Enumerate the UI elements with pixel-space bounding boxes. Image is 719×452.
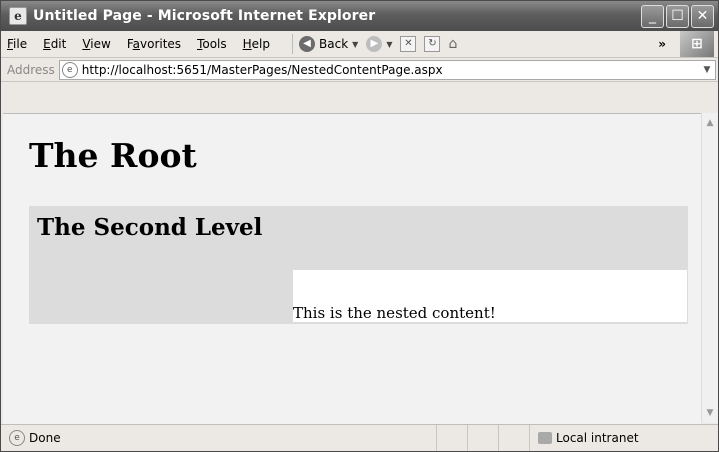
back-dropdown-icon[interactable]: ▼: [352, 40, 358, 49]
menu-edit[interactable]: Edit: [35, 37, 74, 51]
status-panel: [436, 425, 467, 451]
ie-app-icon[interactable]: e: [9, 7, 27, 25]
address-dropdown-icon[interactable]: ▼: [699, 62, 715, 78]
home-button[interactable]: ⌂: [448, 36, 457, 52]
second-level-heading: The Second Level: [37, 214, 263, 241]
window-title: Untitled Page - Microsoft Internet Explo…: [33, 8, 376, 24]
forward-dropdown-icon[interactable]: ▼: [386, 40, 392, 49]
security-zone[interactable]: Local intranet: [529, 425, 718, 451]
second-level-panel: The Second Level This is the nested cont…: [29, 206, 688, 324]
stop-button[interactable]: ✕: [400, 36, 417, 52]
menu-file[interactable]: File: [1, 37, 35, 51]
menu-view[interactable]: View: [74, 37, 118, 51]
windows-logo-icon: ⊞: [680, 31, 714, 57]
forward-button[interactable]: ▶ ▼: [366, 36, 392, 52]
forward-arrow-icon: ▶: [366, 36, 383, 52]
local-intranet-icon: [538, 432, 552, 444]
menu-favorites[interactable]: Favorites: [119, 37, 189, 51]
address-input[interactable]: e http://localhost:5651/MasterPages/Nest…: [58, 59, 716, 80]
back-label: Back: [319, 37, 349, 51]
maximize-button[interactable]: ☐: [666, 4, 689, 28]
menu-bar: File Edit View Favorites Tools Help ◀ Ba…: [1, 31, 718, 58]
status-panel: [498, 425, 529, 451]
browser-window: e Untitled Page - Microsoft Internet Exp…: [0, 0, 719, 452]
menu-help[interactable]: Help: [235, 37, 278, 51]
nested-content-text: This is the nested content!: [293, 304, 496, 322]
address-bar: Address e http://localhost:5651/MasterPa…: [1, 58, 718, 82]
scroll-up-icon[interactable]: ▲: [702, 115, 718, 131]
title-bar[interactable]: e Untitled Page - Microsoft Internet Exp…: [1, 1, 718, 31]
nested-content-panel: This is the nested content!: [293, 270, 687, 322]
minimize-button[interactable]: _: [641, 4, 664, 28]
root-heading: The Root: [29, 136, 197, 175]
page-icon: e: [61, 61, 78, 78]
toolbar-separator: [292, 34, 294, 54]
home-icon: ⌂: [448, 36, 458, 52]
zone-label: Local intranet: [556, 431, 639, 445]
address-url[interactable]: http://localhost:5651/MasterPages/Nested…: [82, 63, 443, 77]
address-label: Address: [7, 62, 55, 77]
status-panels: Local intranet: [436, 425, 718, 451]
scroll-down-icon[interactable]: ▼: [702, 405, 718, 421]
close-button[interactable]: ✕: [691, 4, 714, 28]
refresh-button[interactable]: ↻: [424, 36, 441, 52]
vertical-scrollbar[interactable]: ▲ ▼: [701, 113, 718, 423]
page-status-icon: e: [9, 430, 25, 446]
window-controls: _ ☐ ✕: [641, 4, 714, 28]
status-panel: [467, 425, 498, 451]
toolbar-overflow-chevron[interactable]: »: [658, 37, 666, 51]
status-text: Done: [29, 431, 61, 445]
menu-tools[interactable]: Tools: [189, 37, 235, 51]
refresh-icon: ↻: [424, 36, 441, 52]
back-button[interactable]: ◀ Back ▼: [299, 36, 358, 52]
back-arrow-icon: ◀: [299, 36, 316, 52]
stop-icon: ✕: [400, 36, 417, 52]
status-bar: e Done Local intranet: [1, 424, 718, 451]
page-content: The Root The Second Level This is the ne…: [3, 113, 701, 424]
